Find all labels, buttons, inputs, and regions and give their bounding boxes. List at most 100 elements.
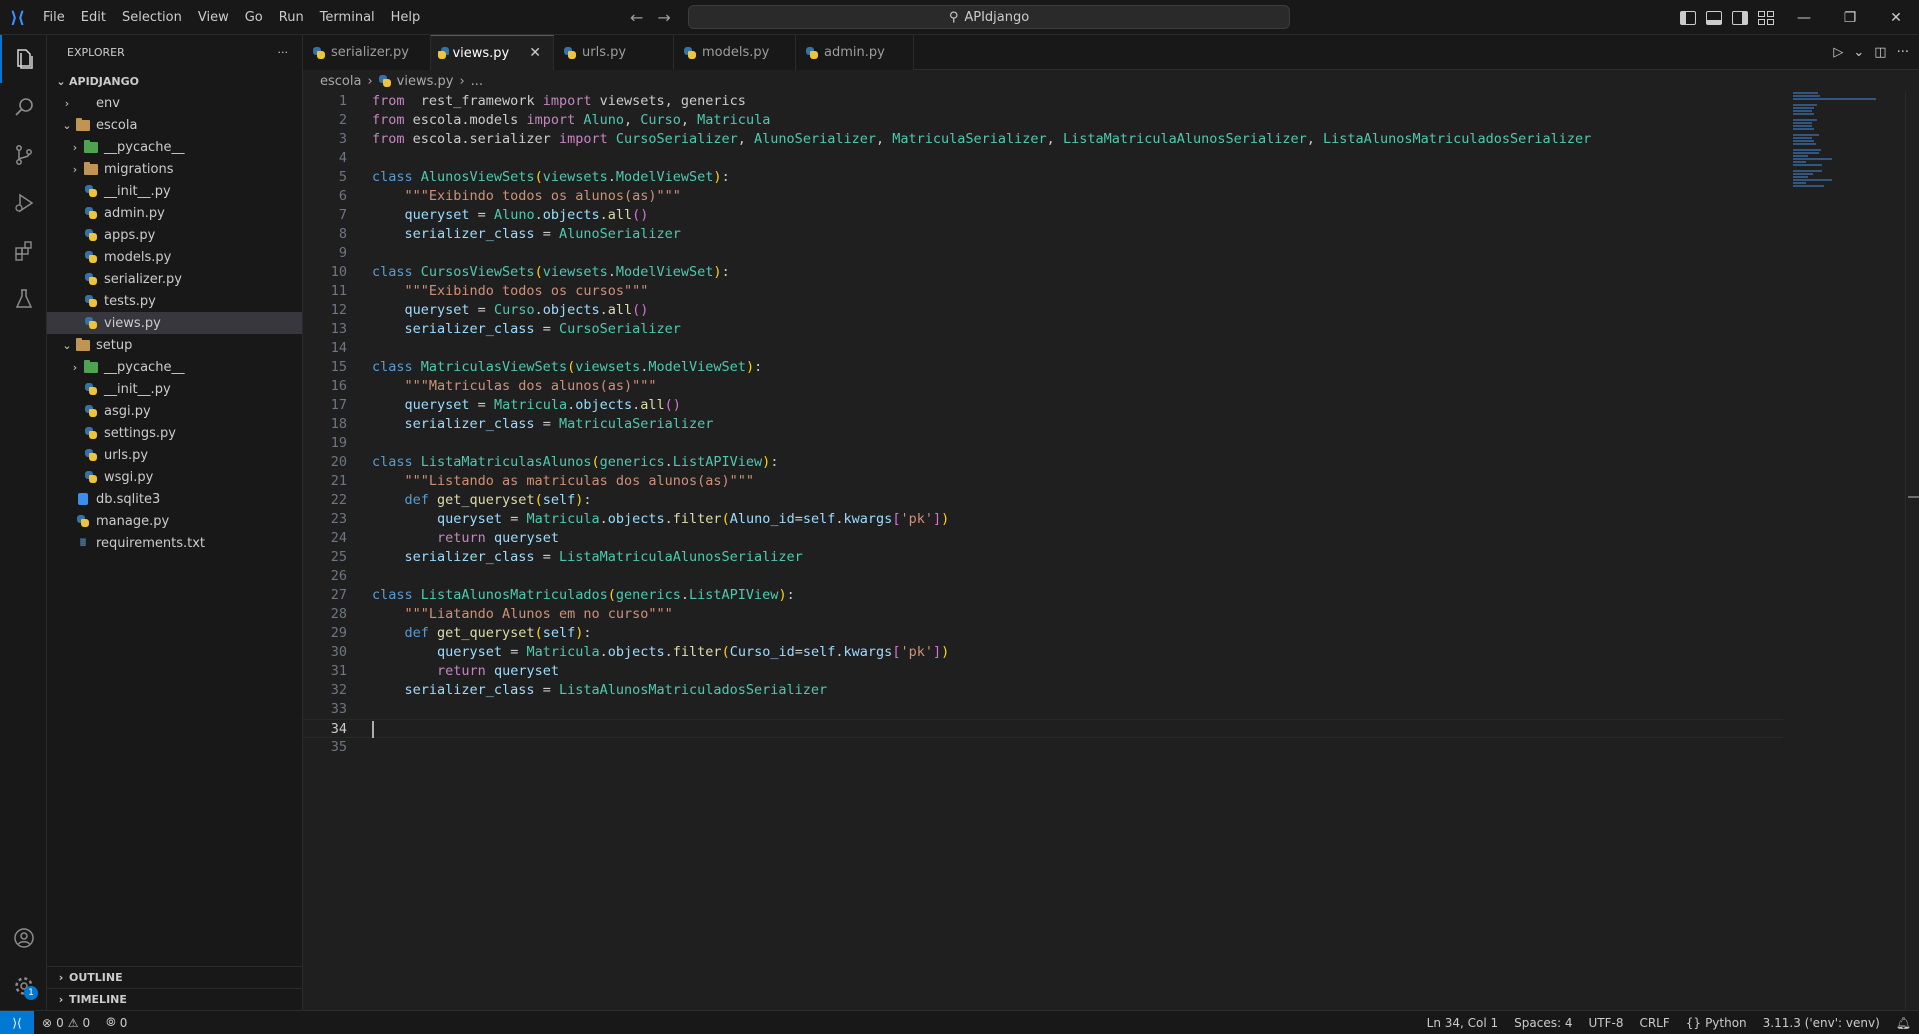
line-number: 19 (330, 435, 347, 451)
code-line: 4 (303, 149, 1783, 168)
minimap-line (1793, 143, 1817, 145)
line-number: 32 (330, 682, 347, 698)
python-folder-icon (83, 359, 99, 375)
tree-item[interactable]: db.sqlite3 (47, 488, 302, 510)
language-mode[interactable]: {} Python (1678, 1016, 1755, 1030)
tab-models-py[interactable]: models.py (674, 35, 796, 70)
notifications-bell-icon[interactable]: 🔔︎ (1888, 1016, 1919, 1030)
tree-item[interactable]: ≣ requirements.txt (47, 532, 302, 554)
tree-item[interactable]: asgi.py (47, 400, 302, 422)
workspace-section-header[interactable]: ⌄ APIDJANGO (47, 70, 302, 92)
tree-item[interactable]: admin.py (47, 202, 302, 224)
tree-item[interactable]: urls.py (47, 444, 302, 466)
menu-go[interactable]: Go (237, 0, 271, 35)
tree-item[interactable]: manage.py (47, 510, 302, 532)
minimap-line (1793, 119, 1818, 121)
menu-selection[interactable]: Selection (114, 0, 190, 35)
braces-icon: {} (1685, 1015, 1702, 1030)
toggle-secondary-sidebar-icon[interactable] (1732, 10, 1748, 25)
code-text: queryset = Aluno.objects.all() (404, 207, 649, 223)
tree-item[interactable]: › __pycache__ (47, 356, 302, 378)
close-window-icon[interactable]: ✕ (1873, 0, 1919, 35)
indentation[interactable]: Spaces: 4 (1506, 1016, 1580, 1030)
tree-item[interactable]: › migrations (47, 158, 302, 180)
code-line: 1 from rest_framework import viewsets, ge… (303, 92, 1783, 111)
python-file-icon (75, 513, 91, 529)
broadcast-icon: ⦾ (106, 1015, 116, 1029)
ports-indicator[interactable]: ⦾ 0 (98, 1015, 135, 1030)
menu-file[interactable]: File (35, 0, 73, 35)
breadcrumb: escola › views.py › ... (303, 70, 1919, 92)
more-editor-actions-icon[interactable]: ··· (1897, 45, 1909, 60)
tab-urls-py[interactable]: urls.py (554, 35, 674, 70)
toggle-panel-icon[interactable] (1706, 10, 1722, 25)
breadcrumb-folder[interactable]: escola (320, 74, 361, 89)
tab-admin-py[interactable]: admin.py (796, 35, 914, 70)
timeline-section-header[interactable]: › TIMELINE (47, 988, 303, 1010)
toggle-primary-sidebar-icon[interactable] (1680, 10, 1696, 25)
python-file-icon (83, 249, 99, 265)
tree-item[interactable]: ⌄ escola (47, 114, 302, 136)
remote-indicator-icon[interactable]: ⟩⟨ (0, 1011, 34, 1034)
tree-item[interactable]: › env (47, 92, 302, 114)
tree-item[interactable]: wsgi.py (47, 466, 302, 488)
tree-item[interactable]: apps.py (47, 224, 302, 246)
minimap[interactable] (1793, 92, 1893, 192)
tree-item-label: manage.py (96, 513, 170, 529)
run-python-file-icon[interactable]: ▷ (1833, 45, 1843, 60)
cursor-position[interactable]: Ln 34, Col 1 (1419, 1016, 1507, 1030)
code-line: 12 queryset = Curso.objects.all() (303, 301, 1783, 320)
tree-item[interactable]: ⌄ setup (47, 334, 302, 356)
back-arrow-icon[interactable]: ← (630, 8, 643, 27)
code-line: 24 return queryset (303, 529, 1783, 548)
python-file-icon (83, 469, 99, 485)
close-tab-icon[interactable]: ✕ (529, 45, 541, 61)
testing-flask-icon[interactable] (0, 275, 47, 323)
tree-item[interactable]: views.py (47, 312, 302, 334)
minimize-icon[interactable]: — (1781, 0, 1827, 35)
outline-section-header[interactable]: › OUTLINE (47, 966, 303, 988)
menu-edit[interactable]: Edit (73, 0, 114, 35)
split-editor-icon[interactable]: ◫ (1874, 45, 1886, 60)
problems-indicator[interactable]: ⊗ 0 ⚠ 0 (34, 1016, 98, 1030)
tree-item[interactable]: › __pycache__ (47, 136, 302, 158)
tree-item[interactable]: __init__.py (47, 180, 302, 202)
forward-arrow-icon[interactable]: → (657, 8, 670, 27)
menu-view[interactable]: View (190, 0, 237, 35)
breadcrumb-file[interactable]: views.py (397, 74, 454, 89)
customize-layout-icon[interactable] (1758, 10, 1774, 25)
extensions-icon[interactable] (0, 227, 47, 275)
python-interpreter[interactable]: 3.11.3 ('env': venv) (1755, 1016, 1888, 1030)
manage-gear-icon[interactable]: 1 (0, 962, 47, 1010)
tree-item[interactable]: tests.py (47, 290, 302, 312)
explorer-icon[interactable] (0, 35, 47, 83)
run-dropdown-chevron-icon[interactable]: ⌄ (1853, 45, 1864, 60)
editor-scrollbar[interactable] (1905, 92, 1919, 1010)
encoding[interactable]: UTF-8 (1580, 1016, 1631, 1030)
minimap-line (1793, 98, 1876, 100)
command-center-search[interactable]: ⚲ APIdjango (688, 5, 1290, 29)
more-actions-icon[interactable]: ··· (278, 46, 289, 59)
tree-item[interactable]: models.py (47, 246, 302, 268)
source-control-icon[interactable] (0, 131, 47, 179)
line-number: 29 (330, 625, 347, 641)
tree-item[interactable]: __init__.py (47, 378, 302, 400)
activity-bar-bottom: 1 (0, 914, 47, 1010)
line-number: 35 (330, 739, 347, 755)
code-line: 20 class ListaMatriculasAlunos(generics.L… (303, 453, 1783, 472)
tree-item[interactable]: serializer.py (47, 268, 302, 290)
menu-help[interactable]: Help (383, 0, 429, 35)
chevron-right-icon: › (58, 993, 64, 1006)
restore-icon[interactable]: ❐ (1827, 0, 1873, 35)
code-editor[interactable]: 1 from rest_framework import viewsets, ge… (303, 92, 1783, 757)
tree-item[interactable]: settings.py (47, 422, 302, 444)
run-debug-icon[interactable] (0, 179, 47, 227)
tab-views-py[interactable]: views.py ✕ (431, 35, 554, 70)
breadcrumb-symbol[interactable]: ... (471, 74, 483, 89)
menu-terminal[interactable]: Terminal (312, 0, 383, 35)
search-view-icon[interactable] (0, 83, 47, 131)
tab-serializer-py[interactable]: serializer.py (303, 35, 431, 70)
line-ending[interactable]: CRLF (1631, 1016, 1677, 1030)
menu-run[interactable]: Run (271, 0, 312, 35)
accounts-icon[interactable] (0, 914, 47, 962)
